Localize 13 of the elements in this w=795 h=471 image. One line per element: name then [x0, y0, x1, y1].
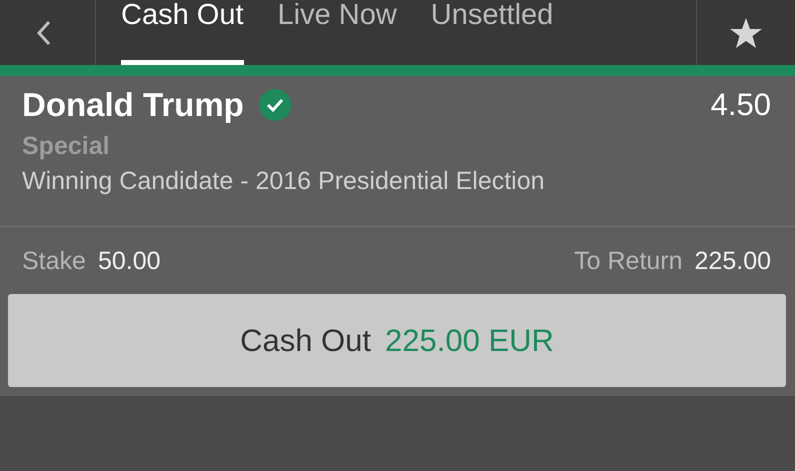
tab[interactable]: Unsettled: [430, 0, 554, 65]
star-icon[interactable]: [729, 16, 763, 48]
stake-amount: 50.00: [98, 247, 160, 276]
odds: 4.50: [710, 87, 771, 123]
return-label: To Return: [574, 247, 683, 276]
selection-name: Donald Trump: [22, 86, 244, 124]
return-amount: 225.00: [694, 247, 771, 276]
tab[interactable]: Live Now: [278, 0, 397, 65]
market-name: Winning Candidate - 2016 Presidential Election: [22, 167, 546, 196]
market-type: Special: [22, 132, 111, 161]
stake-label: Stake: [22, 247, 86, 276]
back-icon[interactable]: [36, 20, 52, 46]
cash-out-button[interactable]: Cash Out 225.00 EUR: [8, 294, 786, 387]
